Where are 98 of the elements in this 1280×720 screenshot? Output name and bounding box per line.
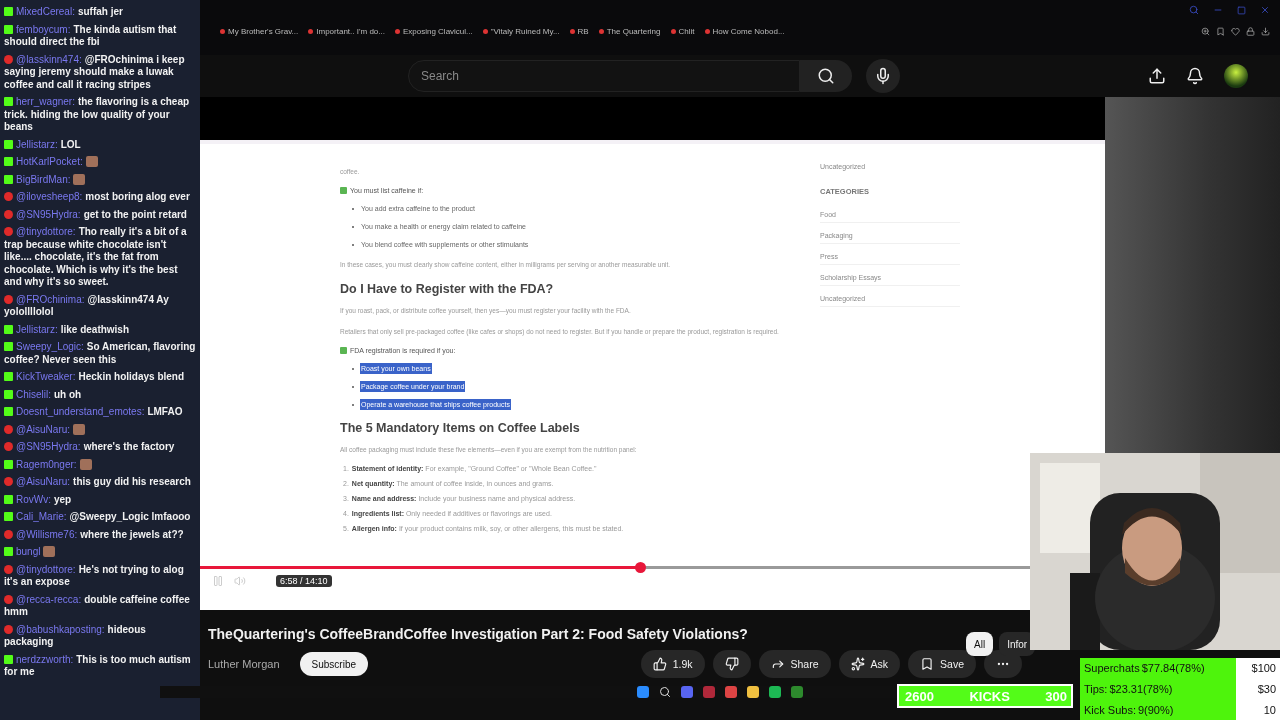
chat-message: Chiselil: uh oh (4, 388, 196, 401)
bookmark[interactable]: RB (569, 26, 589, 36)
windows-icon[interactable] (637, 686, 649, 698)
browser-icon[interactable] (725, 686, 737, 698)
chat-message: Doesnt_understand_emotes: LMFAO (4, 406, 196, 419)
kick-icon (4, 654, 13, 664)
bookmark[interactable]: My Brother's Grav... (220, 26, 299, 36)
download-icon[interactable] (1261, 26, 1270, 36)
bookmark[interactable]: Exposing Clavicul... (394, 26, 473, 36)
section-heading: The 5 Mandatory Items on Coffee Labels (340, 421, 581, 435)
like-button[interactable]: 1.9k (640, 650, 705, 678)
chat-message: @babushkaposting: hideous packaging (4, 623, 147, 649)
goal-value: 9(90%) (1137, 703, 1174, 716)
chat-message: Ragem0nger: (4, 458, 196, 471)
goal-label: Tips: (1084, 683, 1108, 695)
chat-message: Jellistarz: LOL (4, 138, 196, 151)
chat-message: Jellistarz: like deathwish (4, 323, 196, 336)
checkmark-icon (340, 187, 347, 194)
avatar[interactable] (1224, 64, 1248, 88)
chat-message: femboycum: The kinda autism that should direct the fbi (4, 23, 178, 49)
chat-message: @lasskinn474: @FROchinima i keep saying jeremy should make a luwak coffee and call it racing stripes (4, 53, 186, 91)
notifications-icon[interactable] (1186, 67, 1204, 85)
checkmark-icon (340, 347, 347, 354)
kick-icon (4, 97, 13, 106)
kicks-goal: 300 (1045, 688, 1067, 704)
sparkle-icon (850, 657, 865, 671)
chat-message: @FROchinima: @lasskinn474 Ay yolollllolol (4, 293, 170, 319)
chat-message: @AisuNaru: (4, 423, 196, 436)
chat-message: @ilovesheep8: most boring alog ever (4, 191, 196, 204)
chat-message: @tinydottore: He's not trying to alog it's an expose (4, 563, 185, 589)
share-icon (770, 657, 785, 671)
goal-label: Superchats (1084, 662, 1140, 675)
youtube-icon (4, 54, 13, 64)
goal-value: $23.31(78%) (1109, 683, 1173, 695)
channel-name[interactable]: Luther Morgan (208, 658, 280, 670)
app-icon[interactable] (703, 686, 715, 698)
kick-icon (4, 547, 13, 556)
chat-message: herr_wagner: the flavoring is a cheap trick. hiding the low quality of your beans (4, 96, 191, 134)
dislike-button[interactable] (712, 650, 751, 678)
youtube-icon (4, 477, 13, 486)
app-icon[interactable] (681, 686, 693, 698)
search-button[interactable] (800, 60, 852, 92)
bookmark[interactable]: Chlit (670, 26, 695, 36)
kicks-count: 2600 (905, 688, 934, 704)
progress-thumb[interactable] (634, 562, 646, 573)
chat-message: RovWv: yep (4, 493, 196, 506)
microphone-button[interactable] (866, 59, 900, 93)
zoom-icon[interactable] (1201, 26, 1210, 36)
kicks-label: KICKS (969, 688, 1010, 704)
thumbs-down-icon (724, 657, 739, 671)
chat-message: MixedCereal: suffah jer (4, 6, 196, 19)
share-button[interactable]: Share (758, 650, 831, 678)
chat-message: KickTweaker: Heckin holidays blend (4, 371, 196, 384)
search-icon (817, 67, 835, 85)
youtube-icon (4, 594, 13, 604)
search-field[interactable]: Search (408, 60, 800, 92)
bookmark[interactable]: "Vitaly Ruined My... (482, 26, 560, 36)
upload-icon[interactable] (1148, 67, 1166, 85)
folder-icon[interactable] (747, 686, 759, 698)
youtube-icon (4, 529, 13, 539)
music-icon[interactable] (769, 686, 781, 698)
youtube-icon (4, 624, 13, 634)
chat-message: nerdzzworth: This is too much autism for me (4, 653, 192, 679)
microphone-icon (874, 67, 892, 85)
goal-target: 10 (1236, 699, 1280, 720)
chat-message: @Willisme76: where the jewels at?? (4, 528, 196, 541)
chat-message: Sweepy_Logic: So American, flavoring coffee? Never seen this (4, 341, 196, 366)
filter-chip[interactable]: All (966, 632, 994, 656)
ask-button[interactable]: Ask (838, 650, 901, 678)
video-time: 6:58 / 14:10 (276, 575, 332, 587)
chat-message: @recca-recca: double caffeine coffee hmm (4, 593, 191, 619)
save-button[interactable]: Save (908, 650, 976, 678)
goal-target: $30 (1236, 678, 1280, 700)
youtube-icon (4, 294, 13, 304)
goal-value: $77.84(78%) (1141, 662, 1205, 675)
thumbs-up-icon (652, 657, 667, 671)
game-icon[interactable] (791, 686, 803, 698)
chat-message: @SN95Hydra: get to the point retard (4, 208, 196, 221)
chat-message: @AisuNaru: this guy did his research (4, 476, 196, 489)
subscribe-button[interactable]: Subscribe (299, 652, 368, 676)
chat-message: BigBirdMan: (4, 173, 196, 186)
section-heading: Do I Have to Register with the FDA? (340, 282, 555, 296)
search-icon[interactable] (659, 686, 671, 698)
goal-target: $100 (1236, 658, 1280, 679)
lock-icon[interactable] (1246, 26, 1255, 36)
bookmark[interactable]: The Quartering (598, 26, 661, 36)
bookmark[interactable]: Important.. I'm do... (308, 26, 385, 36)
heart-icon[interactable] (1231, 26, 1240, 36)
chat-message: @tinydottore: Tho really it's a bit of a trap because white chocolate isn't like.... chocolate, it's the fat from chocolate. Which is why it's the best and why it's so sweet. (4, 226, 188, 289)
kick-icon (4, 459, 13, 469)
youtube-icon (4, 564, 13, 574)
chat-message: @SN95Hydra: where's the factory (4, 441, 196, 454)
chat-message: Cali_Marie: @Sweepy_Logic lmfaooo (4, 511, 196, 524)
goal-label: Kick Subs: (1084, 703, 1136, 716)
chat-message: bungl (4, 546, 196, 559)
bookmark[interactable]: How Come Nobod... (704, 26, 785, 36)
chat-message: HotKarlPocket: (4, 156, 196, 169)
video-title: TheQuartering's CoffeeBrandCoffee Investigation Part 2: Food Safety Violations? (207, 626, 749, 642)
